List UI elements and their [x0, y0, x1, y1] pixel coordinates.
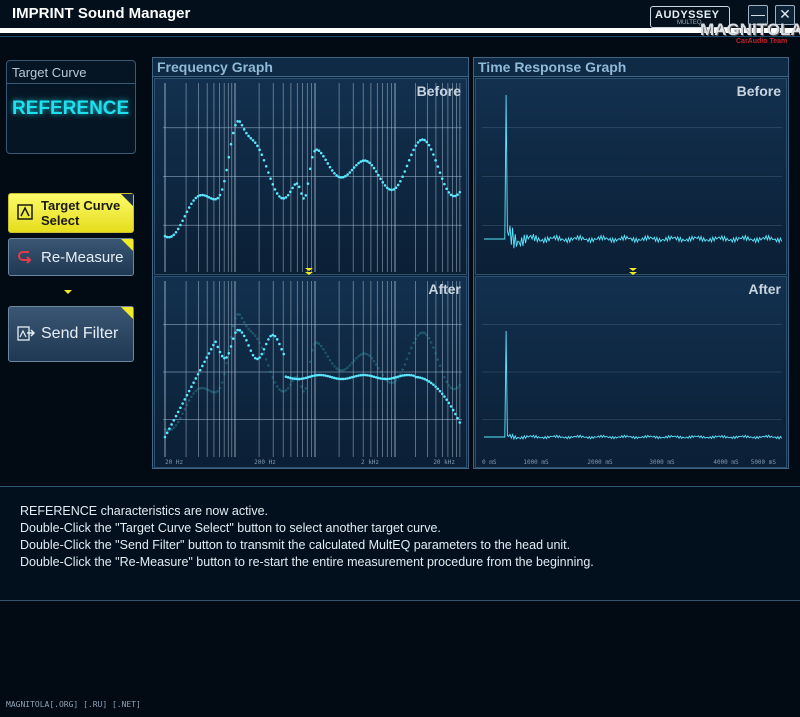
frequency-after-svg: 20 Hz 200 Hz 2 kHz 20 kHz [163, 281, 462, 466]
send-filter-icon [17, 326, 36, 347]
frequency-before-label: Before [416, 83, 461, 99]
frequency-divider-arrow-icon [305, 268, 313, 275]
target-curve-value: REFERENCE [12, 98, 130, 119]
time-graph-title: Time Response Graph [478, 59, 627, 75]
title-bar: IMPRINT Sound Manager AUDYSSEY MULTEQ — … [0, 0, 800, 34]
status-line-3: Double-Click the "Send Filter" button to… [20, 538, 571, 552]
magnitola-watermark: MAGNITOLA [700, 20, 800, 39]
time-x-tick: 2000 mS [587, 459, 613, 466]
footer-watermark: MAGNITOLA[.ORG] [.RU] [.NET] [6, 700, 141, 709]
frequency-x-tick: 2 kHz [361, 459, 379, 466]
title-rule [0, 28, 800, 33]
target-curve-select-label: Target Curve Select [41, 198, 120, 228]
magnitola-watermark-sub: CarAudio Team [736, 38, 788, 45]
frequency-x-tick: 20 kHz [433, 459, 455, 466]
frequency-graph-header: Frequency Graph [153, 58, 468, 77]
target-curve-icon [17, 204, 33, 225]
time-x-tick: 3000 mS [649, 459, 675, 466]
status-line-2: Double-Click the "Target Curve Select" b… [20, 521, 441, 535]
time-before-plot: Before [475, 78, 787, 275]
time-x-tick: 0 mS [482, 459, 497, 466]
frequency-before-plot: Before [154, 78, 467, 275]
button-corner [121, 194, 133, 206]
target-curve-box: Target Curve REFERENCE [6, 60, 136, 154]
time-graph-header: Time Response Graph [474, 58, 788, 77]
status-line-4: Double-Click the "Re-Measure" button to … [20, 555, 594, 569]
send-filter-button[interactable]: Send Filter [8, 306, 134, 362]
target-curve-select-button[interactable]: Target Curve Select [8, 193, 134, 233]
target-curve-select-label-line1: Target Curve [41, 198, 121, 213]
time-x-tick: 5000 mS [751, 459, 777, 466]
time-graph-panel: Time Response Graph Before 0 mS 1000 mS 20… [473, 57, 789, 469]
time-after-svg: 0 mS 1000 mS 2000 mS 3000 mS 4000 mS 5000 mS [482, 324, 783, 466]
frequency-x-tick: 200 Hz [254, 459, 276, 466]
time-before-svg [482, 94, 783, 249]
multeq-logo: MULTEQ [677, 20, 702, 26]
frequency-after-plot: 20 Hz 200 Hz 2 kHz 20 kHz After [154, 276, 467, 468]
flow-arrow-icon [64, 290, 72, 294]
re-measure-label: Re-Measure [41, 249, 124, 266]
target-curve-divider [7, 83, 135, 84]
button-corner [121, 307, 133, 319]
target-curve-label: Target Curve [12, 65, 87, 80]
target-curve-select-label-line2: Select [41, 213, 80, 228]
frequency-graph-title: Frequency Graph [157, 59, 273, 75]
header-divider [0, 36, 800, 37]
status-message-area: REFERENCE characteristics are now active… [0, 486, 800, 601]
frequency-before-svg [163, 83, 462, 272]
send-filter-label: Send Filter [41, 325, 119, 342]
time-divider-arrow-icon [629, 268, 637, 275]
time-after-label: After [748, 281, 781, 297]
frequency-x-tick: 20 Hz [165, 459, 183, 466]
return-arrow-icon [17, 249, 33, 270]
re-measure-button[interactable]: Re-Measure [8, 238, 134, 276]
status-line-1: REFERENCE characteristics are now active… [20, 504, 268, 518]
app-title: IMPRINT Sound Manager [12, 5, 191, 22]
frequency-graph-panel: Frequency Graph Before 20 Hz 200 Hz 2 kHz 2… [152, 57, 469, 469]
frequency-after-label: After [428, 281, 461, 297]
time-before-label: Before [736, 83, 781, 99]
time-after-plot: 0 mS 1000 mS 2000 mS 3000 mS 4000 mS 5000 mS … [475, 276, 787, 468]
time-x-tick: 4000 mS [713, 459, 739, 466]
time-x-tick: 1000 mS [523, 459, 549, 466]
